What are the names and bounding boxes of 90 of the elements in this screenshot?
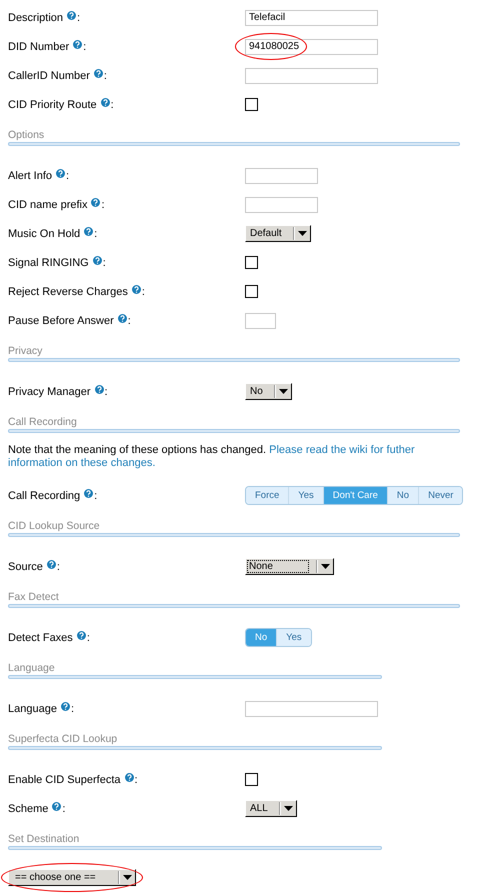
field-label: Language: [8, 702, 57, 714]
help-icon[interactable]: [100, 98, 110, 106]
section-heading: Options: [8, 128, 46, 142]
text-input[interactable]: 941080025: [245, 38, 378, 54]
colon-text: :: [62, 802, 66, 814]
field-label: Signal RINGING: [8, 256, 89, 268]
help-icon[interactable]: [84, 226, 94, 236]
colon-text: :: [83, 40, 86, 52]
help-icon[interactable]: [52, 802, 62, 810]
toggle-option[interactable]: Never: [419, 487, 462, 504]
field-label: DID Number: [8, 40, 70, 52]
colon-text: :: [128, 314, 131, 326]
section-heading: Privacy: [8, 344, 44, 358]
colon-text: :: [94, 228, 98, 240]
field-label: Enable CID Superfecta: [8, 774, 121, 786]
toggle-option[interactable]: Yes: [277, 629, 311, 646]
colon-text: :: [142, 286, 145, 298]
section-heading: Superfecta CID Lookup: [8, 732, 118, 746]
text-input[interactable]: [245, 700, 378, 716]
help-icon[interactable]: [56, 168, 66, 178]
colon-text: :: [104, 70, 107, 82]
colon-text: :: [56, 560, 60, 572]
dropdown-select[interactable]: ALL: [245, 800, 297, 817]
wiki-link[interactable]: Please read the wiki for futher: [269, 444, 415, 456]
colon-text: :: [101, 198, 105, 210]
help-icon[interactable]: [73, 40, 82, 48]
text-input[interactable]: [245, 168, 318, 184]
help-icon[interactable]: [132, 284, 141, 294]
dropdown-select[interactable]: None: [245, 558, 334, 575]
section-heading: Set Destination: [8, 832, 80, 846]
field-label: Detect Faxes: [8, 632, 73, 644]
field-label: Source: [8, 560, 43, 572]
help-icon[interactable]: [94, 68, 103, 78]
colon-text: :: [86, 632, 90, 644]
checkbox[interactable]: [245, 98, 258, 111]
colon-text: :: [70, 702, 74, 714]
help-icon[interactable]: [46, 560, 56, 568]
caret-icon: [284, 806, 293, 811]
checkbox[interactable]: [245, 256, 258, 269]
help-icon[interactable]: [124, 772, 134, 782]
colon-text: :: [104, 386, 108, 398]
wiki-link[interactable]: information on these changes.: [8, 457, 156, 469]
caret-icon: [123, 875, 132, 880]
colon-text: :: [134, 774, 138, 786]
caret-icon: [298, 231, 307, 236]
text-input[interactable]: Telefacil: [245, 10, 378, 26]
field-label: Privacy Manager: [8, 386, 91, 398]
caret-icon: [321, 564, 330, 569]
field-label: Reject Reverse Charges: [8, 286, 128, 298]
section-heading: Language: [8, 661, 56, 675]
text-input[interactable]: [245, 196, 318, 212]
colon-text: :: [110, 98, 114, 110]
help-icon[interactable]: [60, 702, 70, 710]
help-icon[interactable]: [67, 10, 76, 20]
field-label: CID Priority Route: [8, 98, 97, 110]
help-icon[interactable]: [84, 488, 94, 498]
field-label: Call Recording: [8, 490, 80, 502]
field-label: Scheme: [8, 802, 48, 814]
text-input[interactable]: [245, 312, 276, 328]
field-label: Alert Info: [8, 170, 52, 182]
toggle-option[interactable]: Yes: [289, 487, 324, 504]
dropdown-select[interactable]: Default: [245, 225, 311, 242]
checkbox[interactable]: [245, 773, 258, 786]
checkbox[interactable]: [245, 285, 258, 298]
note-text: Note that the meaning of these options has changed.: [8, 444, 266, 456]
toggle-option[interactable]: Don't Care: [324, 487, 388, 504]
field-label: Pause Before Answer: [8, 314, 114, 326]
dropdown-select[interactable]: No: [245, 383, 292, 400]
toggle-option[interactable]: Force: [246, 487, 290, 504]
caret-icon: [278, 389, 288, 394]
colon-text: :: [94, 490, 98, 502]
section-heading: CID Lookup Source: [8, 519, 101, 533]
help-icon[interactable]: [92, 256, 102, 264]
destination-select[interactable]: == choose one ==: [8, 869, 136, 886]
section-heading: Call Recording: [8, 415, 78, 429]
field-label: Description: [8, 12, 64, 24]
toggle-option[interactable]: No: [388, 487, 420, 504]
colon-text: :: [66, 170, 70, 182]
field-label: Music On Hold: [8, 228, 80, 240]
field-label: CallerID Number: [8, 70, 90, 82]
help-icon[interactable]: [118, 314, 127, 322]
help-icon[interactable]: [94, 384, 104, 394]
colon-text: :: [77, 12, 80, 24]
field-label: CID name prefix: [8, 198, 88, 210]
section-heading: Fax Detect: [8, 590, 60, 604]
help-icon[interactable]: [76, 630, 86, 640]
text-input[interactable]: [245, 68, 378, 84]
help-icon[interactable]: [91, 198, 100, 206]
toggle-option[interactable]: No: [246, 629, 278, 646]
colon-text: :: [102, 256, 106, 268]
